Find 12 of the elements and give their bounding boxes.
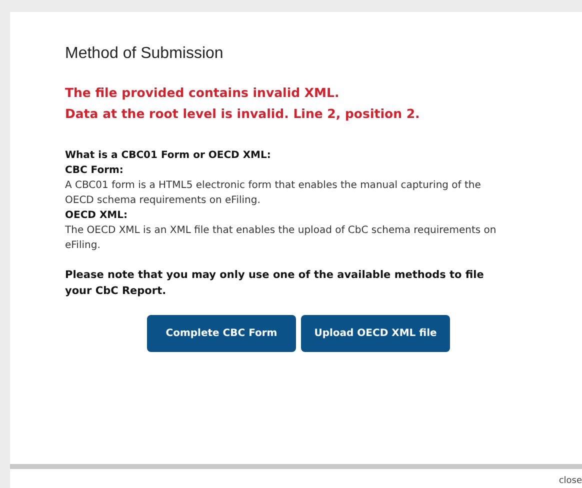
submission-method-button[interactable]: Complete CBC Form: [147, 314, 296, 352]
error-message: Data at the root level is invalid. Line 2, position 2.: [65, 104, 421, 123]
note-text: Please note that you may only use one of the available methods to file your CbC Report.: [65, 268, 485, 298]
error-message: The file provided contains invalid XML.: [65, 84, 340, 102]
section-heading: OECD XML:: [65, 208, 128, 222]
submission-method-button[interactable]: Upload OECD XML file: [301, 314, 450, 352]
section-heading: CBC Form:: [65, 164, 124, 178]
close-link[interactable]: close: [558, 475, 582, 488]
description-text: A CBC01 form is a HTML5 electronic form that enables the manual capturing of the OECD schema requirements on eFiling.: [65, 178, 482, 208]
description-text: The OECD XML is an XML file that enables the upload of CbC schema requirements on eFiling.: [65, 224, 498, 252]
section-heading: What is a CBC01 Form or OECD XML:: [65, 148, 272, 162]
dialog-title: Method of Submission: [65, 44, 224, 64]
